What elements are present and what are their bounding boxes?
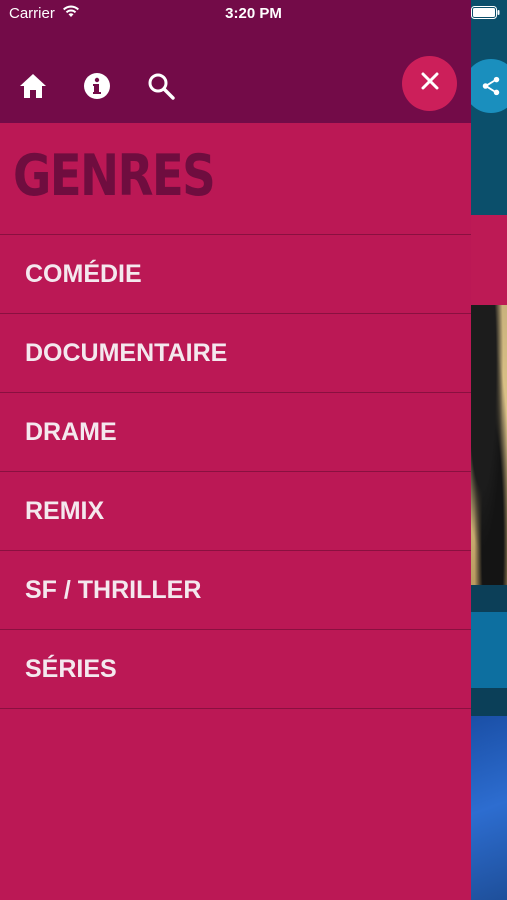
close-button[interactable] xyxy=(402,56,457,111)
background-bottom-poster xyxy=(471,716,507,900)
background-band xyxy=(471,215,507,305)
background-app xyxy=(471,0,507,900)
genre-item-drame[interactable]: DRAME xyxy=(0,393,471,472)
close-icon xyxy=(421,72,439,95)
battery-icon xyxy=(471,6,501,19)
status-time: 3:20 PM xyxy=(225,5,282,22)
info-icon[interactable] xyxy=(82,71,112,101)
background-poster xyxy=(471,305,507,585)
status-bar: Carrier 3:20 PM xyxy=(0,0,507,28)
genre-item-series[interactable]: SÉRIES xyxy=(0,630,471,709)
drawer-title: GENRES xyxy=(13,143,216,209)
genre-list: COMÉDIE DOCUMENTAIRE DRAME REMIX SF / TH… xyxy=(0,234,471,709)
genre-item-documentaire[interactable]: DOCUMENTAIRE xyxy=(0,314,471,393)
share-icon xyxy=(471,59,507,113)
genre-item-comedie[interactable]: COMÉDIE xyxy=(0,235,471,314)
background-divider xyxy=(471,688,507,716)
search-icon[interactable] xyxy=(146,71,176,101)
genre-item-sf-thriller[interactable]: SF / THRILLER xyxy=(0,551,471,630)
background-blue-panel xyxy=(471,612,507,688)
genre-item-remix[interactable]: REMIX xyxy=(0,472,471,551)
home-icon[interactable] xyxy=(18,71,48,101)
genres-drawer: GENRES COMÉDIE DOCUMENTAIRE DRAME REMIX … xyxy=(0,0,471,900)
